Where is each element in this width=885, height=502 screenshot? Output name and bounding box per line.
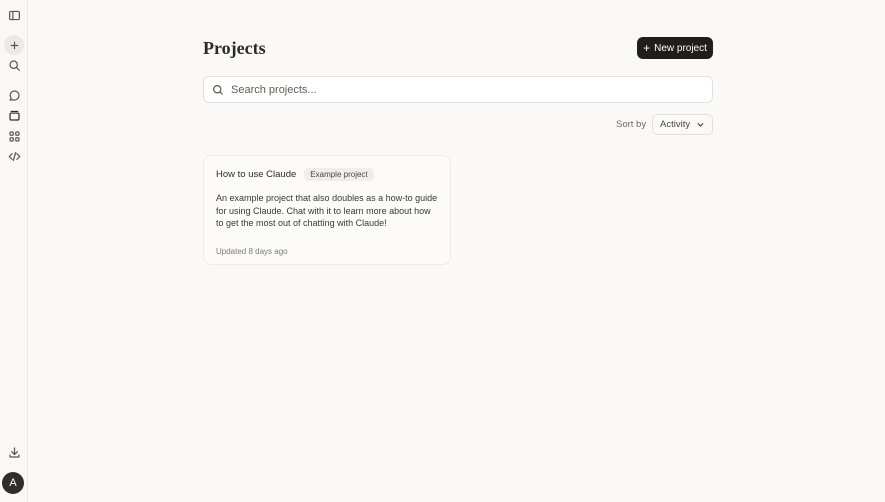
sort-label: Sort by xyxy=(616,119,647,130)
new-chat-button[interactable] xyxy=(4,35,24,55)
project-title: How to use Claude xyxy=(216,169,297,180)
project-card[interactable]: How to use Claude Example project An exa… xyxy=(203,155,451,265)
code-icon xyxy=(8,151,20,161)
search-button[interactable] xyxy=(4,55,24,75)
chats-button[interactable] xyxy=(4,85,24,105)
search-input[interactable] xyxy=(231,83,691,96)
projects-button[interactable] xyxy=(4,105,24,125)
project-card-header: How to use Claude Example project xyxy=(216,168,438,181)
search-icon xyxy=(8,59,20,71)
new-project-label: New project xyxy=(654,42,707,54)
chevron-down-icon xyxy=(697,122,704,127)
plus-icon: + xyxy=(643,41,651,55)
plus-icon xyxy=(10,41,18,49)
project-description: An example project that also doubles as … xyxy=(216,193,438,228)
search-box[interactable] xyxy=(203,76,713,103)
sidebar-toggle-icon xyxy=(8,10,20,20)
download-icon xyxy=(8,446,20,458)
project-updated-time: Updated 8 days ago xyxy=(216,246,288,256)
sidebar-toggle-button[interactable] xyxy=(4,5,24,25)
avatar[interactable]: A xyxy=(2,472,24,494)
projects-icon xyxy=(8,110,20,121)
artifacts-icon xyxy=(8,130,20,142)
sort-selected-value: Activity xyxy=(660,119,691,130)
search-icon xyxy=(213,84,223,95)
sort-dropdown[interactable]: Activity xyxy=(652,114,713,135)
artifacts-button[interactable] xyxy=(4,126,24,146)
chats-icon xyxy=(8,89,20,101)
new-project-button[interactable]: + New project xyxy=(637,37,713,59)
example-project-badge: Example project xyxy=(304,168,374,181)
avatar-initial: A xyxy=(9,477,17,489)
code-button[interactable] xyxy=(4,146,24,166)
page-title: Projects xyxy=(203,38,266,58)
app-window: A Projects + New project Sort by Activit… xyxy=(0,0,885,502)
sidebar-rail: A xyxy=(0,0,28,502)
download-app-button[interactable] xyxy=(4,442,24,462)
